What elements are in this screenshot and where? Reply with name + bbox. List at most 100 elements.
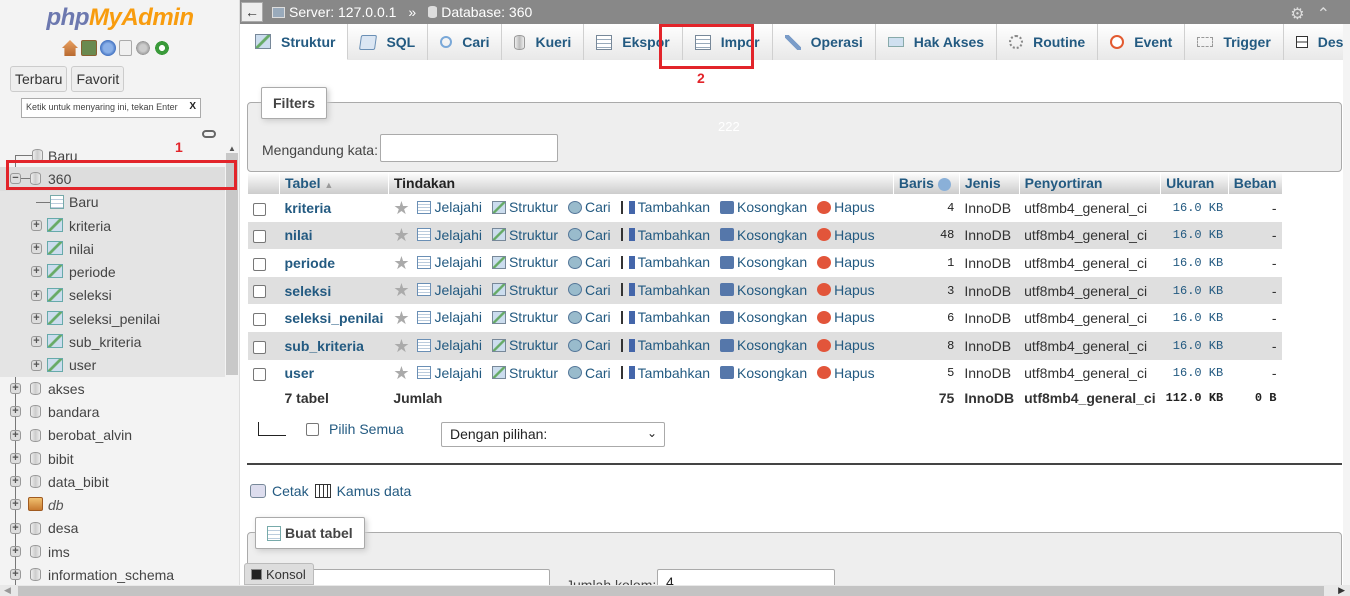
row-checkbox[interactable] — [252, 368, 266, 382]
expand-icon[interactable]: + — [10, 406, 21, 418]
data-dictionary-link[interactable]: Kamus data — [337, 483, 412, 499]
scroll-left-arrow[interactable]: ◀ — [4, 585, 11, 596]
row-checkbox[interactable] — [252, 202, 266, 216]
structure-action[interactable]: Struktur — [491, 227, 558, 243]
expand-icon[interactable]: + — [31, 266, 42, 278]
table-name-link[interactable]: sub_kriteria — [279, 331, 389, 360]
insert-action[interactable]: Tambahkan — [620, 282, 710, 298]
help-icon[interactable] — [100, 40, 116, 56]
search-action[interactable]: Cari — [567, 227, 611, 243]
tree-item-new-table[interactable]: Baru — [0, 190, 225, 214]
insert-action[interactable]: Tambahkan — [620, 365, 710, 381]
header-baris[interactable]: Baris — [892, 172, 960, 194]
insert-action[interactable]: Tambahkan — [620, 199, 710, 215]
browse-action[interactable]: Jelajahi — [417, 365, 482, 381]
table-name-link[interactable]: user — [279, 359, 389, 388]
logout-icon[interactable] — [81, 40, 97, 56]
expand-icon[interactable]: + — [31, 336, 42, 348]
expand-icon[interactable]: + — [10, 546, 21, 558]
tree-item-table-sub-kriteria[interactable]: + sub_kriteria — [0, 330, 225, 354]
tree-item-db-bandara[interactable]: + bandara — [0, 400, 225, 423]
browse-action[interactable]: Jelajahi — [417, 199, 482, 215]
empty-action[interactable]: Kosongkan — [720, 282, 807, 298]
tab-trigger[interactable]: Trigger — [1185, 24, 1284, 60]
console-toggle[interactable]: Konsol — [244, 563, 314, 585]
tree-item-db-360[interactable]: − 360 — [0, 167, 225, 191]
favorite-star-icon[interactable]: ★ — [393, 226, 409, 244]
tree-item-db-ims[interactable]: + ims — [0, 540, 225, 563]
select-all-label[interactable]: Pilih Semua — [329, 421, 404, 437]
browse-action[interactable]: Jelajahi — [417, 254, 482, 270]
header-penyortiran[interactable]: Penyortiran — [1018, 172, 1161, 194]
insert-action[interactable]: Tambahkan — [620, 227, 710, 243]
drop-action[interactable]: Hapus — [817, 337, 875, 353]
phpmyadmin-logo[interactable]: phpMyAdmin — [0, 4, 239, 32]
favorite-star-icon[interactable]: ★ — [393, 199, 409, 217]
clear-filter-button[interactable]: X — [189, 101, 196, 112]
drop-action[interactable]: Hapus — [817, 227, 875, 243]
drop-action[interactable]: Hapus — [817, 309, 875, 325]
drop-action[interactable]: Hapus — [817, 282, 875, 298]
browse-action[interactable]: Jelajahi — [417, 337, 482, 353]
insert-action[interactable]: Tambahkan — [620, 309, 710, 325]
expand-icon[interactable]: + — [10, 382, 21, 394]
empty-action[interactable]: Kosongkan — [720, 254, 807, 270]
structure-action[interactable]: Struktur — [491, 365, 558, 381]
search-action[interactable]: Cari — [567, 309, 611, 325]
empty-action[interactable]: Kosongkan — [720, 227, 807, 243]
row-checkbox[interactable] — [252, 312, 266, 326]
reload-icon[interactable] — [154, 40, 170, 56]
tree-item-db-information-schema[interactable]: + information_schema — [0, 563, 225, 585]
empty-action[interactable]: Kosongkan — [720, 199, 807, 215]
main-vertical-scrollbar[interactable] — [1343, 24, 1350, 585]
expand-icon[interactable]: + — [31, 359, 42, 371]
scroll-right-arrow[interactable]: ▶ — [1338, 585, 1345, 596]
favorite-star-icon[interactable]: ★ — [393, 364, 409, 382]
favorite-star-icon[interactable]: ★ — [393, 254, 409, 272]
search-action[interactable]: Cari — [567, 199, 611, 215]
drop-action[interactable]: Hapus — [817, 254, 875, 270]
tree-scrollbar[interactable] — [226, 153, 238, 375]
tree-item-db-akses[interactable]: + akses — [0, 377, 225, 400]
header-ukuran[interactable]: Ukuran — [1160, 172, 1229, 194]
insert-action[interactable]: Tambahkan — [620, 254, 710, 270]
collapse-icon[interactable]: − — [10, 173, 21, 185]
expand-icon[interactable]: + — [31, 313, 42, 325]
help-icon[interactable] — [937, 177, 951, 191]
tab-cari[interactable]: Cari — [428, 24, 503, 60]
back-arrow-button[interactable]: ← — [241, 2, 263, 22]
collapse-top-icon[interactable]: ⌃ — [1317, 4, 1330, 24]
search-action[interactable]: Cari — [567, 337, 611, 353]
tree-item-table-seleksi[interactable]: + seleksi — [0, 283, 225, 308]
search-action[interactable]: Cari — [567, 282, 611, 298]
expand-icon[interactable]: + — [10, 569, 21, 581]
row-checkbox[interactable] — [252, 257, 266, 271]
tab-kueri[interactable]: Kueri — [502, 24, 585, 60]
structure-action[interactable]: Struktur — [491, 309, 558, 325]
structure-action[interactable]: Struktur — [491, 254, 558, 270]
empty-action[interactable]: Kosongkan — [720, 365, 807, 381]
table-name-link[interactable]: seleksi — [279, 276, 389, 305]
tree-item-table-kriteria[interactable]: + kriteria — [0, 213, 225, 238]
link-with-main-icon[interactable] — [202, 130, 216, 138]
table-name-link[interactable]: periode — [279, 249, 389, 277]
header-beban[interactable]: Beban — [1227, 172, 1282, 194]
favorite-star-icon[interactable]: ★ — [393, 281, 409, 299]
row-checkbox[interactable] — [252, 230, 266, 244]
tree-item-table-periode[interactable]: + periode — [0, 260, 225, 284]
browse-action[interactable]: Jelajahi — [417, 227, 482, 243]
print-link[interactable]: Cetak — [272, 483, 309, 499]
scrollbar-thumb[interactable] — [18, 586, 1324, 596]
search-action[interactable]: Cari — [567, 254, 611, 270]
expand-icon[interactable]: + — [10, 429, 21, 441]
expand-icon[interactable]: + — [10, 452, 21, 464]
recent-tab[interactable]: Terbaru — [10, 66, 68, 92]
settings-gear-icon[interactable]: ⚙ — [1290, 4, 1304, 24]
row-checkbox[interactable] — [252, 285, 266, 299]
expand-icon[interactable]: + — [10, 476, 21, 488]
header-tabel[interactable]: Tabel ▲ — [279, 172, 389, 194]
structure-action[interactable]: Struktur — [491, 337, 558, 353]
tab-impor[interactable]: Impor — [682, 24, 773, 60]
tab-hak-akses[interactable]: Hak Akses — [875, 24, 998, 60]
horizontal-scrollbar[interactable]: ◀ ▶ — [0, 585, 1350, 596]
